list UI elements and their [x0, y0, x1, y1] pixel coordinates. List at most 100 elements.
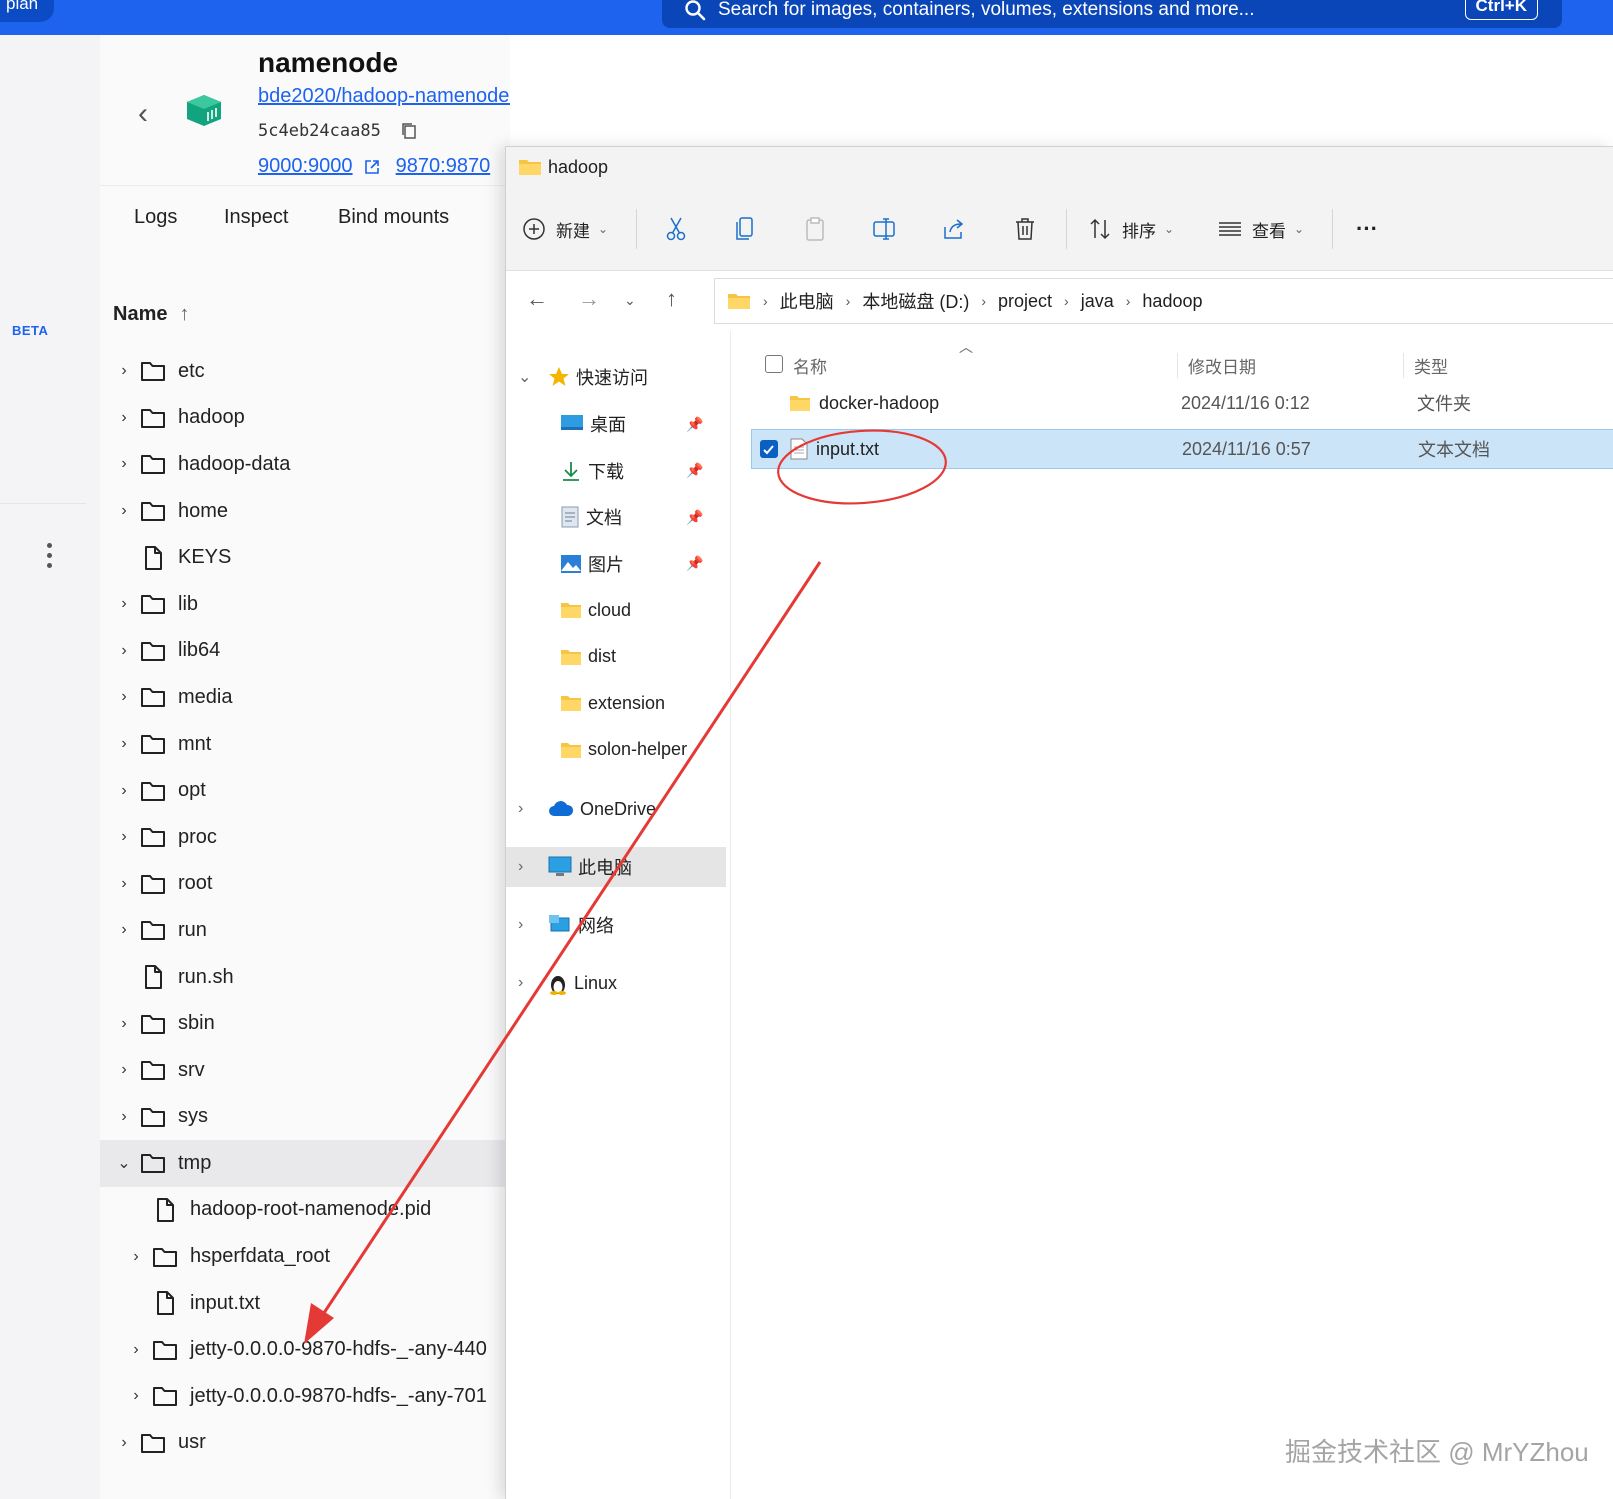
chevron-right-icon[interactable]: ›: [116, 875, 132, 893]
tree-file-row[interactable]: input.txt: [100, 1280, 510, 1327]
chevron-right-icon[interactable]: ›: [116, 409, 132, 427]
breadcrumb-separator-icon[interactable]: ›: [1064, 293, 1069, 309]
chevron-right-icon[interactable]: ›: [116, 455, 132, 473]
tree-folder-row[interactable]: › opt: [100, 767, 510, 814]
chevron-right-icon[interactable]: ›: [128, 1387, 144, 1405]
chevron-right-icon[interactable]: ›: [518, 916, 523, 934]
external-link-icon[interactable]: [364, 159, 380, 175]
copy-icon[interactable]: [401, 122, 417, 140]
forward-arrow-icon[interactable]: →: [578, 286, 600, 312]
tree-folder-row[interactable]: › home: [100, 488, 510, 535]
more-options-icon[interactable]: [47, 543, 55, 573]
copy-button[interactable]: [734, 213, 756, 245]
nav-folder-item[interactable]: extension: [506, 683, 726, 723]
chevron-right-icon[interactable]: ›: [116, 595, 132, 613]
nav-pinned-item[interactable]: 文档 📌: [506, 497, 726, 537]
nav-quick-access[interactable]: ⌄ 快速访问: [506, 357, 726, 397]
tree-folder-row[interactable]: › proc: [100, 814, 510, 861]
tree-folder-row[interactable]: › etc: [100, 348, 510, 395]
tree-folder-row[interactable]: › mnt: [100, 721, 510, 768]
tree-folder-row[interactable]: › sys: [100, 1094, 510, 1141]
chevron-right-icon[interactable]: ›: [128, 1248, 144, 1266]
pin-icon[interactable]: 📌: [686, 555, 703, 572]
tab-inspect[interactable]: Inspect: [224, 206, 288, 229]
tree-folder-row[interactable]: › sbin: [100, 1000, 510, 1047]
chevron-right-icon[interactable]: ›: [116, 1015, 132, 1033]
chevron-right-icon[interactable]: ›: [128, 1341, 144, 1359]
chevron-down-icon[interactable]: ⌄: [116, 1153, 132, 1173]
chevron-right-icon[interactable]: ›: [116, 782, 132, 800]
tree-file-row[interactable]: hadoop-root-namenode.pid: [100, 1187, 510, 1234]
tree-folder-row[interactable]: › hadoop-data: [100, 441, 510, 488]
paste-button[interactable]: [804, 213, 826, 245]
select-all-checkbox[interactable]: [765, 355, 783, 373]
tree-folder-row[interactable]: ⌄ tmp: [100, 1140, 510, 1187]
breadcrumb-separator-icon[interactable]: ›: [846, 293, 851, 309]
tree-file-row[interactable]: run.sh: [100, 954, 510, 1001]
chevron-right-icon[interactable]: ›: [116, 1061, 132, 1079]
chevron-right-icon[interactable]: ›: [116, 828, 132, 846]
file-row[interactable]: input.txt 2024/11/16 0:57 文本文档: [751, 429, 1613, 469]
chevron-right-icon[interactable]: ›: [116, 921, 132, 939]
chevron-right-icon[interactable]: ›: [518, 800, 523, 818]
name-column-header[interactable]: Name ↑: [113, 303, 189, 326]
nav-folder-item[interactable]: cloud: [506, 590, 726, 630]
chevron-right-icon[interactable]: ›: [116, 642, 132, 660]
rename-button[interactable]: [872, 213, 898, 245]
tree-folder-row[interactable]: › lib: [100, 581, 510, 628]
delete-button[interactable]: [1014, 213, 1036, 245]
tree-folder-row[interactable]: › srv: [100, 1047, 510, 1094]
new-button[interactable]: 新建 ⌄: [522, 213, 608, 245]
nav-pinned-item[interactable]: 桌面 📌: [506, 404, 726, 444]
tree-folder-row[interactable]: › jetty-0.0.0.0-9870-hdfs-_-any-440: [100, 1326, 510, 1373]
nav-network[interactable]: › 网络: [506, 905, 726, 945]
row-checkbox[interactable]: [760, 440, 778, 458]
breadcrumb-item[interactable]: project: [998, 291, 1052, 312]
plan-badge[interactable]: plan: [0, 0, 55, 22]
tree-folder-row[interactable]: › root: [100, 861, 510, 908]
container-image-link[interactable]: bde2020/hadoop-namenode:2.0.0-hadoop3.2.…: [258, 85, 510, 108]
up-arrow-icon[interactable]: ↑: [666, 286, 677, 312]
share-button[interactable]: [942, 213, 966, 245]
breadcrumb-separator-icon[interactable]: ›: [763, 293, 768, 309]
breadcrumb-item[interactable]: 本地磁盘 (D:): [862, 288, 969, 314]
column-header-date[interactable]: 修改日期: [1177, 353, 1256, 378]
sort-button[interactable]: 排序 ⌄: [1088, 213, 1174, 245]
chevron-right-icon[interactable]: ›: [116, 735, 132, 753]
chevron-down-icon[interactable]: ⌄: [518, 367, 531, 387]
chevron-down-icon[interactable]: ⌄: [624, 292, 636, 309]
breadcrumb-item[interactable]: hadoop: [1142, 291, 1202, 312]
tree-folder-row[interactable]: › run: [100, 907, 510, 954]
tree-file-row[interactable]: KEYS: [100, 534, 510, 581]
back-arrow-icon[interactable]: ‹: [138, 97, 148, 131]
pin-icon[interactable]: 📌: [686, 509, 703, 526]
chevron-right-icon[interactable]: ›: [518, 858, 523, 876]
column-header-name[interactable]: 名称: [793, 353, 827, 378]
tree-folder-row[interactable]: › media: [100, 674, 510, 721]
column-header-type[interactable]: 类型: [1403, 353, 1448, 378]
tree-folder-row[interactable]: › jetty-0.0.0.0-9870-hdfs-_-any-701: [100, 1373, 510, 1420]
nav-folder-item[interactable]: dist: [506, 637, 726, 677]
nav-this-pc[interactable]: › 此电脑: [506, 847, 726, 887]
breadcrumb-item[interactable]: java: [1081, 291, 1114, 312]
tree-folder-row[interactable]: › hsperfdata_root: [100, 1233, 510, 1280]
nav-pinned-item[interactable]: 图片 📌: [506, 544, 726, 584]
nav-onedrive[interactable]: › OneDrive: [506, 789, 726, 829]
breadcrumb-item[interactable]: 此电脑: [780, 288, 834, 314]
chevron-right-icon[interactable]: ›: [116, 688, 132, 706]
nav-folder-item[interactable]: solon-helper: [506, 730, 726, 770]
pin-icon[interactable]: 📌: [686, 462, 703, 479]
chevron-right-icon[interactable]: ›: [518, 974, 523, 992]
breadcrumb-separator-icon[interactable]: ›: [1126, 293, 1131, 309]
tree-folder-row[interactable]: › lib64: [100, 628, 510, 675]
breadcrumb-separator-icon[interactable]: ›: [981, 293, 986, 309]
nav-linux[interactable]: › Linux: [506, 963, 726, 1003]
port-link-9870[interactable]: 9870:9870: [396, 155, 491, 177]
chevron-right-icon[interactable]: ›: [116, 502, 132, 520]
cut-button[interactable]: [664, 213, 688, 245]
chevron-right-icon[interactable]: ›: [116, 1434, 132, 1452]
tree-folder-row[interactable]: › hadoop: [100, 395, 510, 442]
more-options-button[interactable]: ···: [1356, 213, 1378, 245]
address-bar[interactable]: › 此电脑 › 本地磁盘 (D:) › project › java › hadoop: [714, 278, 1613, 324]
global-search-input[interactable]: Search for images, containers, volumes, …: [662, 0, 1562, 28]
